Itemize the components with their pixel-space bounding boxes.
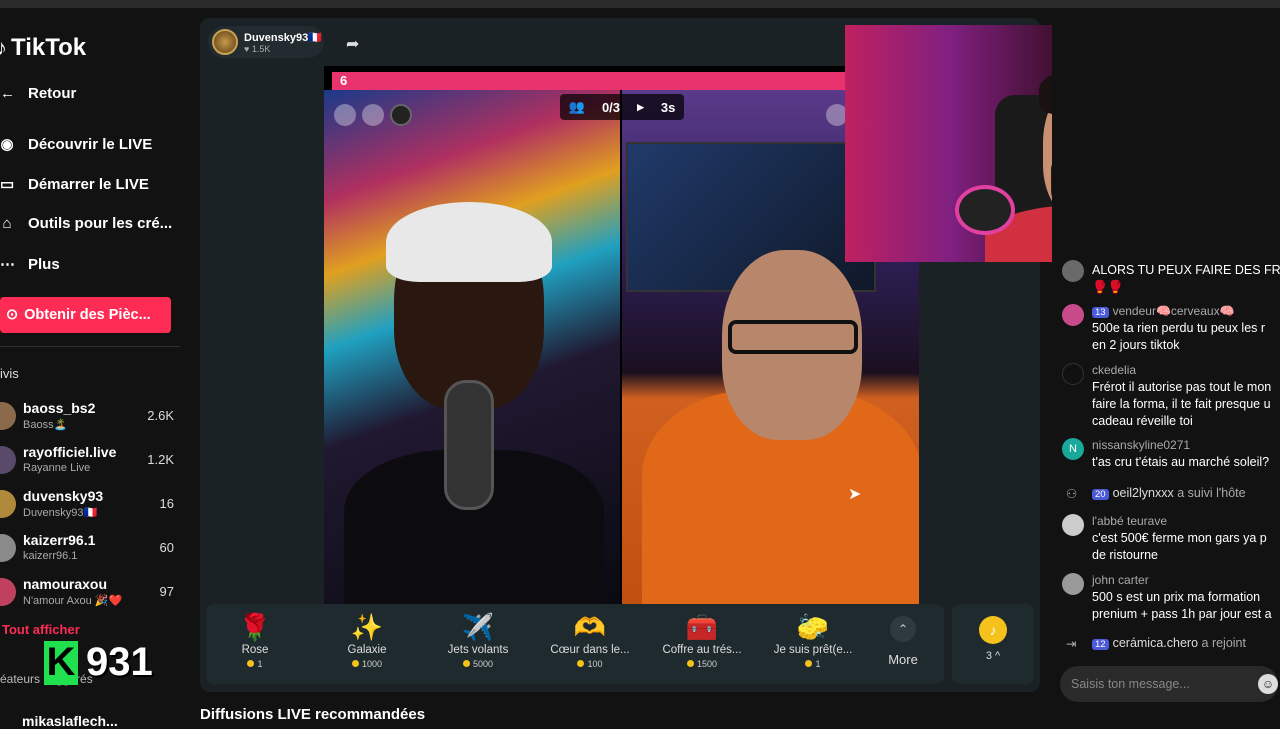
play-icon: ▸ bbox=[637, 99, 644, 114]
level-badge: 12 bbox=[1092, 639, 1109, 650]
chat-input[interactable]: Saisis ton message... bbox=[1060, 666, 1278, 702]
gift-jets[interactable]: ✈️ Jets volants 5000 bbox=[423, 610, 533, 680]
browser-top-strip bbox=[0, 0, 1280, 8]
chat-username[interactable]: 13 vendeur🧠cerveaux🧠 bbox=[1092, 304, 1235, 318]
guest-avatar[interactable] bbox=[390, 104, 412, 126]
nav-more[interactable]: ⋯ Plus bbox=[0, 255, 60, 274]
avatar: N bbox=[1062, 438, 1084, 460]
overlay-k-logo: K bbox=[44, 640, 78, 685]
avatar bbox=[1062, 514, 1084, 536]
suggested-creator-name[interactable]: mikaslaflech... bbox=[22, 713, 118, 729]
gift-heart-hands[interactable]: 🫶 Cœur dans le... 100 bbox=[535, 610, 645, 680]
chat-text: 500e ta rien perdu tu peux les r en 2 jou… bbox=[1092, 321, 1266, 352]
chevron-up-icon: ⌃ bbox=[890, 616, 916, 642]
chat-text: ALORS TU PEUX FAIRE DES FRIT 🥊🥊 bbox=[1092, 263, 1280, 294]
show-all-link[interactable]: Tout afficher bbox=[2, 622, 80, 637]
recommended-heading: Diffusions LIVE recommandées bbox=[200, 706, 426, 723]
chat-username[interactable]: ckedelia bbox=[1092, 363, 1136, 377]
avatar bbox=[1062, 363, 1084, 385]
tiktok-logo[interactable]: ♪ TikTok bbox=[0, 34, 86, 62]
following-account[interactable]: namouraxou N'amour Axou 🎉❤️ 97 bbox=[0, 576, 180, 616]
more-gifts-button[interactable]: ⌃ More bbox=[878, 604, 928, 684]
overlay-number: 931 bbox=[86, 640, 153, 684]
following-account[interactable]: baoss_bs2 Baoss🏝️ 2.6K bbox=[0, 400, 180, 440]
live-icon: ◉ bbox=[0, 136, 14, 153]
avatar bbox=[1062, 260, 1084, 282]
avatar bbox=[0, 578, 16, 606]
gift-rose[interactable]: 🌹 Rose 1 bbox=[200, 610, 310, 680]
gift-galaxie[interactable]: ✨ Galaxie 1000 bbox=[312, 610, 422, 680]
users-icon: 👥 bbox=[568, 99, 585, 114]
pk-timer: 3s bbox=[660, 99, 676, 115]
avatar bbox=[0, 490, 16, 518]
following-account[interactable]: kaizerr96.1 kaizerr96.1 60 bbox=[0, 532, 180, 572]
get-coins-button[interactable]: ⊙ Obtenir des Pièc... bbox=[0, 297, 171, 333]
camera-icon: ▭ bbox=[0, 176, 15, 193]
nav-discover-live[interactable]: ◉ Découvrir le LIVE bbox=[0, 135, 152, 154]
pk-controls[interactable]: 👥 0/3 ▸ 3s bbox=[560, 94, 684, 120]
microphone bbox=[955, 185, 1015, 235]
jets-icon: ✈️ bbox=[461, 612, 495, 642]
guest-seat-icon[interactable] bbox=[334, 104, 356, 126]
arrow-left-icon: ← bbox=[0, 85, 15, 102]
treasure-chest-icon: 🧰 bbox=[685, 612, 719, 642]
following-account[interactable]: rayofficiel.live Rayanne Live 1.2K bbox=[0, 444, 180, 484]
avatar bbox=[0, 534, 16, 562]
galaxy-icon: ✨ bbox=[350, 612, 384, 642]
chat-text: Frérot il autorise pas tout le mon faire … bbox=[1092, 380, 1272, 428]
event-username[interactable]: oeil2lynxxx bbox=[1113, 486, 1174, 500]
host-avatar bbox=[212, 29, 238, 55]
event-username[interactable]: cerámica.chero bbox=[1113, 636, 1198, 650]
host-name: Duvensky93🇫🇷 bbox=[244, 31, 322, 44]
share-icon[interactable]: ➦ bbox=[346, 34, 359, 54]
coin-balance-button[interactable]: ♪ 3 ^ bbox=[952, 604, 1034, 684]
avatar bbox=[1062, 573, 1084, 595]
nav-creator-tools[interactable]: ⌂ Outils pour les cré... bbox=[0, 215, 172, 232]
avatar bbox=[1062, 304, 1084, 326]
rose-icon: 🌹 bbox=[238, 612, 272, 642]
level-badge: 13 bbox=[1092, 307, 1109, 318]
enter-icon: ⇥ bbox=[1066, 637, 1077, 651]
avatar bbox=[0, 446, 16, 474]
nav-start-live[interactable]: ▭ Démarrer le LIVE bbox=[0, 175, 149, 194]
host-chip[interactable]: Duvensky93🇫🇷 ♥ 1.5K bbox=[208, 26, 324, 58]
avatar bbox=[0, 402, 16, 430]
microphone bbox=[444, 380, 494, 510]
back-link[interactable]: ← Retour bbox=[0, 85, 76, 102]
live-video[interactable]: 6 👥 0/3 ▸ 3s bbox=[324, 66, 919, 604]
host-likes: ♥ 1.5K bbox=[244, 43, 271, 54]
gift-ready[interactable]: 🧽 Je suis prêt(e... 1 bbox=[758, 610, 868, 680]
participant-cap bbox=[386, 202, 552, 282]
level-badge: 20 bbox=[1092, 489, 1109, 500]
guest-seat-icon[interactable] bbox=[362, 104, 384, 126]
following-heading: ivis bbox=[0, 366, 19, 381]
pk-score-bar: 6 bbox=[332, 72, 912, 90]
chat-text: 500 s est un prix ma formation prenium + … bbox=[1092, 590, 1272, 621]
coin-icon: ♪ bbox=[979, 616, 1007, 644]
gift-bar: 🌹 Rose 1 ✨ Galaxie 1000 ✈️ Jets volants … bbox=[206, 604, 944, 684]
coin-icon: ⊙ bbox=[6, 307, 19, 323]
emoji-icon[interactable]: ☺ bbox=[1258, 674, 1278, 694]
divider bbox=[0, 346, 180, 347]
heart-hands-icon: 🫶 bbox=[573, 612, 607, 642]
participant-glasses bbox=[728, 320, 858, 354]
more-icon: ⋯ bbox=[0, 256, 15, 273]
mouse-cursor-icon: ➤ bbox=[848, 486, 862, 503]
chat-panel: ALORS TU PEUX FAIRE DES FRIT 🥊🥊 13 vendeur… bbox=[1052, 20, 1280, 720]
chat-text: c'est 500€ ferme mon gars ya p de ristour… bbox=[1092, 531, 1267, 562]
gift-treasure-chest[interactable]: 🧰 Coffre au trés... 1500 bbox=[647, 610, 757, 680]
stream-overlay-counter: K 931 bbox=[44, 640, 153, 685]
user-add-icon: ⚇ bbox=[1066, 487, 1078, 501]
chat-username[interactable]: l'abbé teurave bbox=[1092, 514, 1167, 528]
tiktok-note-icon: ♪ bbox=[0, 35, 7, 60]
sponge-icon: 🧽 bbox=[796, 612, 830, 642]
chat-username[interactable]: nissanskyline0271 bbox=[1092, 438, 1190, 452]
chat-username[interactable]: john carter bbox=[1092, 573, 1149, 587]
pk-count: 0/3 bbox=[601, 99, 621, 115]
following-account[interactable]: duvensky93 Duvensky93🇫🇷 16 bbox=[0, 488, 180, 528]
home-icon: ⌂ bbox=[2, 215, 12, 232]
chat-text: t'as cru t'étais au marché soleil? bbox=[1092, 455, 1270, 469]
video-left-participant bbox=[324, 90, 620, 604]
sidebar: ♪ TikTok ← Retour ◉ Découvrir le LIVE ▭ Déma… bbox=[0, 8, 188, 729]
